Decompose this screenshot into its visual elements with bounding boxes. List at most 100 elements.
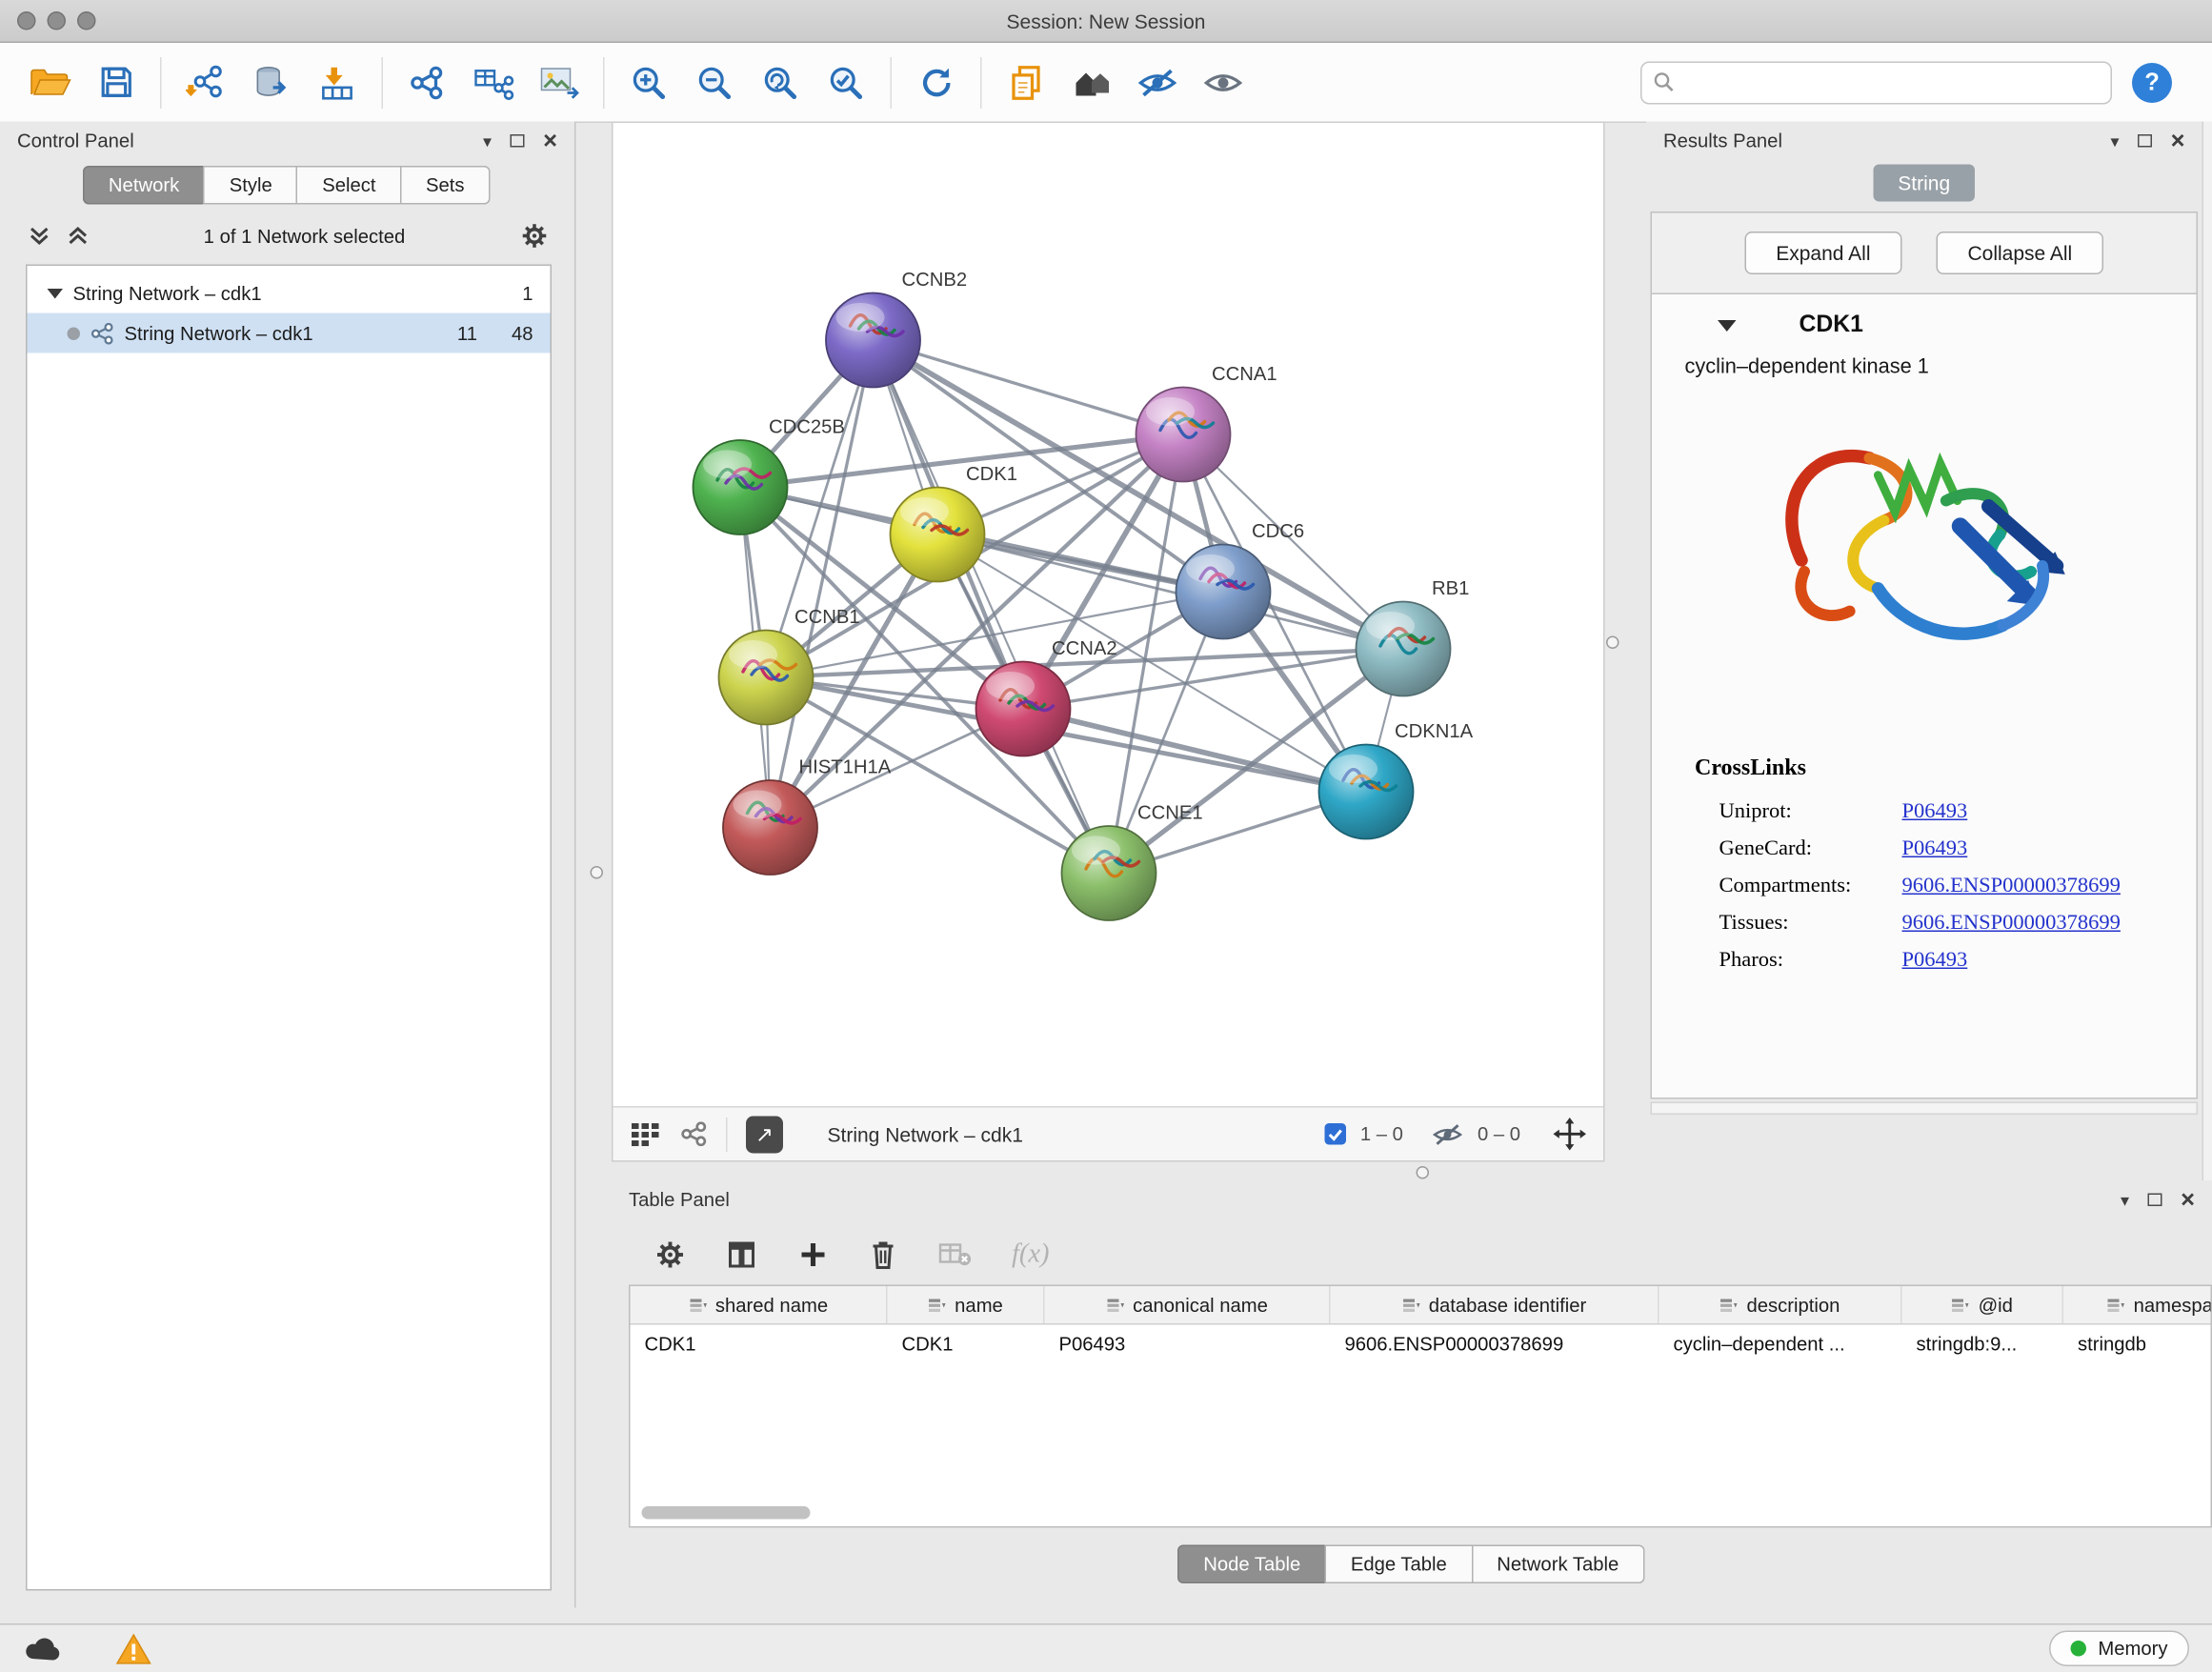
column-header-namespace[interactable]: namespace xyxy=(2063,1286,2212,1323)
add-column-icon[interactable] xyxy=(797,1239,829,1271)
float-panel-icon[interactable] xyxy=(2148,1194,2162,1207)
network-node-CDC6[interactable] xyxy=(1176,545,1271,639)
tab-edge-table[interactable]: Edge Table xyxy=(1325,1545,1473,1584)
table-row[interactable]: CDK1CDK1P064939606.ENSP00000378699cyclin… xyxy=(631,1325,2212,1364)
hide-selected-button[interactable] xyxy=(1125,52,1191,112)
refresh-network-button[interactable] xyxy=(903,52,969,112)
close-panel-icon[interactable]: × xyxy=(2181,1188,2195,1213)
home-view-button[interactable] xyxy=(1059,52,1125,112)
network-edge-CCNB2-CCNA1[interactable] xyxy=(874,340,1184,434)
crosslink-link[interactable]: P06493 xyxy=(1902,836,1968,861)
collapse-all-button[interactable]: Collapse All xyxy=(1937,232,2104,274)
gear-icon[interactable] xyxy=(520,222,549,251)
zoom-selected-button[interactable] xyxy=(814,52,879,112)
close-panel-icon[interactable]: × xyxy=(543,129,557,153)
table-gear-icon[interactable] xyxy=(654,1239,686,1271)
network-tree: String Network – cdk1 1 String Network –… xyxy=(26,265,552,1591)
network-node-CCNE1[interactable] xyxy=(1062,826,1156,920)
results-horizontal-scrollbar[interactable] xyxy=(1651,1102,2199,1116)
table-toolbar: f(x) xyxy=(612,1219,2212,1285)
panel-menu-icon[interactable]: ▾ xyxy=(2111,132,2120,150)
splitter-handle[interactable] xyxy=(1606,636,1619,650)
cloud-icon[interactable] xyxy=(23,1635,62,1662)
results-controls: Expand All Collapse All xyxy=(1651,212,2199,294)
crosslink-link[interactable]: P06493 xyxy=(1902,799,1968,824)
network-node-RB1[interactable] xyxy=(1357,602,1451,696)
import-network-file-button[interactable] xyxy=(173,52,239,112)
tab-network-table[interactable]: Network Table xyxy=(1471,1545,1644,1584)
show-all-button[interactable] xyxy=(1191,52,1257,112)
open-session-button[interactable] xyxy=(17,52,83,112)
network-node-CDKN1A[interactable] xyxy=(1319,745,1414,839)
collapse-section-icon[interactable] xyxy=(1718,318,1737,332)
zoom-fit-button[interactable] xyxy=(748,52,814,112)
column-header--id[interactable]: @id xyxy=(1902,1286,2064,1323)
search-box[interactable] xyxy=(1640,61,2112,104)
splitter-handle[interactable] xyxy=(1417,1166,1430,1179)
tab-select[interactable]: Select xyxy=(296,166,401,205)
grid-view-icon[interactable] xyxy=(631,1121,662,1147)
duplicate-network-button[interactable] xyxy=(994,52,1059,112)
memory-button[interactable]: Memory xyxy=(2049,1631,2189,1667)
column-header-description[interactable]: description xyxy=(1659,1286,1902,1323)
tab-style[interactable]: Style xyxy=(204,166,298,205)
control-panel-title: Control Panel xyxy=(17,131,134,152)
network-canvas[interactable]: CCNB2CCNA1CDC25BCDK1CDC6RB1CCNB1CCNA2CDK… xyxy=(613,123,1604,1106)
network-node-CDC25B[interactable] xyxy=(694,440,788,534)
close-panel-icon[interactable]: × xyxy=(2171,129,2185,153)
network-node-CDK1[interactable] xyxy=(891,488,985,582)
tab-node-table[interactable]: Node Table xyxy=(1177,1545,1326,1584)
zoom-in-button[interactable] xyxy=(616,52,682,112)
minimize-window-button[interactable] xyxy=(48,11,67,30)
float-panel-icon[interactable] xyxy=(2138,134,2152,148)
crosslink-link[interactable]: 9606.ENSP00000378699 xyxy=(1902,874,2121,898)
fit-move-crosshair-icon[interactable] xyxy=(1554,1118,1587,1151)
export-image-button[interactable] xyxy=(526,52,592,112)
tab-network[interactable]: Network xyxy=(83,166,205,205)
column-header-shared-name[interactable]: shared name xyxy=(631,1286,888,1323)
close-window-button[interactable] xyxy=(17,11,36,30)
collapse-all-icon[interactable] xyxy=(68,225,90,248)
expand-all-button[interactable]: Expand All xyxy=(1744,232,1901,274)
warning-icon[interactable] xyxy=(116,1633,152,1664)
network-edge-CCNB2-CCNE1[interactable] xyxy=(874,340,1110,874)
new-network-from-table-button[interactable] xyxy=(460,52,526,112)
network-collection-row[interactable]: String Network – cdk1 1 xyxy=(28,273,551,313)
column-header-name[interactable]: name xyxy=(888,1286,1045,1323)
show-columns-icon[interactable] xyxy=(726,1239,757,1271)
splitter-handle[interactable] xyxy=(591,866,604,879)
tab-sets[interactable]: Sets xyxy=(400,166,491,205)
network-share-icon[interactable] xyxy=(680,1122,708,1147)
panel-menu-icon[interactable]: ▾ xyxy=(483,132,492,150)
network-node-CCNB2[interactable] xyxy=(826,293,920,388)
network-edge-CCNB2-HIST1H1A[interactable] xyxy=(771,340,874,828)
import-table-file-button[interactable] xyxy=(305,52,371,112)
crosslink-link[interactable]: 9606.ENSP00000378699 xyxy=(1902,911,2121,936)
maximize-window-button[interactable] xyxy=(77,11,96,30)
delete-column-icon[interactable] xyxy=(869,1239,897,1271)
selected-checkbox-icon[interactable] xyxy=(1323,1122,1348,1147)
float-panel-icon[interactable] xyxy=(511,134,525,148)
network-node-CCNB1[interactable] xyxy=(719,631,814,725)
expand-all-icon[interactable] xyxy=(29,225,50,248)
table-horizontal-scrollbar[interactable] xyxy=(642,1506,811,1520)
save-session-button[interactable] xyxy=(83,52,149,112)
network-node-CCNA2[interactable] xyxy=(976,662,1071,756)
toolbar-separator xyxy=(382,56,384,108)
import-network-database-button[interactable] xyxy=(239,52,305,112)
tab-string[interactable]: String xyxy=(1874,165,1975,202)
panel-menu-icon[interactable]: ▾ xyxy=(2121,1191,2129,1208)
new-network-button[interactable] xyxy=(394,52,460,112)
column-header-canonical-name[interactable]: canonical name xyxy=(1045,1286,1331,1323)
help-button[interactable]: ? xyxy=(2132,62,2172,102)
open-in-new-icon[interactable]: ↗ xyxy=(746,1116,783,1153)
network-node-HIST1H1A[interactable] xyxy=(723,780,817,875)
column-header-database-identifier[interactable]: database identifier xyxy=(1331,1286,1659,1323)
hidden-eye-slash-icon[interactable] xyxy=(1430,1121,1464,1147)
network-row[interactable]: String Network – cdk1 11 48 xyxy=(28,313,551,353)
crosslink-link[interactable]: P06493 xyxy=(1902,948,1968,973)
network-node-CCNA1[interactable] xyxy=(1136,388,1231,482)
zoom-out-button[interactable] xyxy=(682,52,748,112)
search-input[interactable] xyxy=(1683,71,2100,93)
expander-icon[interactable] xyxy=(48,287,64,300)
